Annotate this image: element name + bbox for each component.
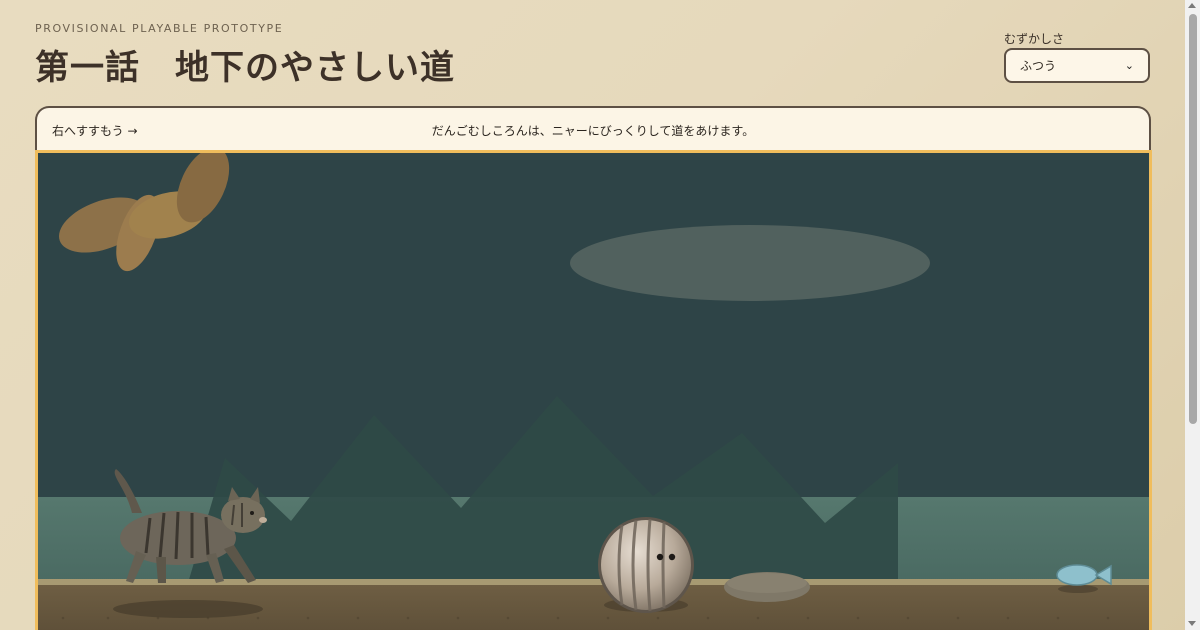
page-scrollbar[interactable] xyxy=(1185,0,1200,630)
info-bar: 右へすすもう → だんごむしころんは、ニャーにびっくりして道をあけます。 xyxy=(35,106,1151,152)
difficulty-select[interactable]: ふつう ⌄ xyxy=(1004,48,1150,83)
ground-top xyxy=(38,579,1149,585)
game-scene xyxy=(38,153,1149,630)
game-stage[interactable] xyxy=(35,150,1152,630)
page-subtitle: PROVISIONAL PLAYABLE PROTOTYPE xyxy=(35,22,284,35)
scrollbar-thumb[interactable] xyxy=(1189,14,1197,424)
chevron-down-icon: ⌄ xyxy=(1124,59,1134,72)
arrow-up-icon[interactable] xyxy=(1188,3,1196,8)
page-title: 第一話 地下のやさしい道 xyxy=(35,48,455,88)
pill-bug-enemy xyxy=(598,517,694,613)
story-message: だんごむしころんは、ニャーにびっくりして道をあけます。 xyxy=(431,124,755,138)
cat-shadow xyxy=(113,600,263,618)
arrow-down-icon[interactable] xyxy=(1188,621,1196,626)
difficulty-selected-value: ふつう xyxy=(1020,59,1057,73)
difficulty-label: むずかしさ xyxy=(1004,32,1065,46)
cave-mist xyxy=(570,225,930,301)
